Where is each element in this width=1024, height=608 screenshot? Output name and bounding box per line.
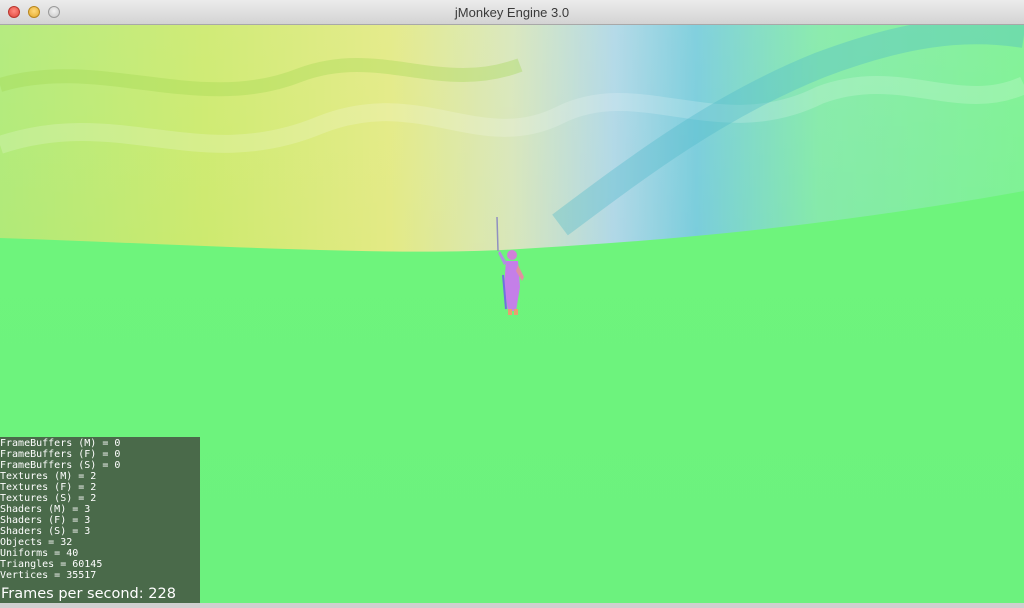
window-bottom-edge [0, 603, 1024, 608]
stat-uniforms: Uniforms = 40 [0, 548, 79, 559]
stat-textures-s: Textures (S) = 2 [0, 493, 97, 504]
stat-textures-f: Textures (F) = 2 [0, 482, 97, 493]
window-title: jMonkey Engine 3.0 [454, 5, 570, 20]
stat-objects: Objects = 32 [0, 537, 73, 548]
stat-triangles: Triangles = 60145 [0, 559, 103, 570]
fps-counter: Frames per second: 228 [1, 586, 176, 602]
game-viewport[interactable]: FrameBuffers (M) = 0 FrameBuffers (F) = … [0, 25, 1024, 603]
stat-framebuffers-s: FrameBuffers (S) = 0 [0, 460, 121, 471]
stat-framebuffers-m: FrameBuffers (M) = 0 [0, 438, 121, 449]
stat-framebuffers-f: FrameBuffers (F) = 0 [0, 449, 121, 460]
stat-shaders-f: Shaders (F) = 3 [0, 515, 91, 526]
title-bar[interactable]: jMonkey Engine 3.0 [0, 0, 1024, 25]
stats-panel: FrameBuffers (M) = 0 FrameBuffers (F) = … [0, 437, 200, 603]
application-window: jMonkey Engine 3.0 FrameBuffers (M) = 0 … [0, 0, 1024, 608]
stat-shaders-m: Shaders (M) = 3 [0, 504, 91, 515]
stat-vertices: Vertices = 35517 [0, 570, 97, 581]
stat-shaders-s: Shaders (S) = 3 [0, 526, 91, 537]
stat-textures-m: Textures (M) = 2 [0, 471, 97, 482]
